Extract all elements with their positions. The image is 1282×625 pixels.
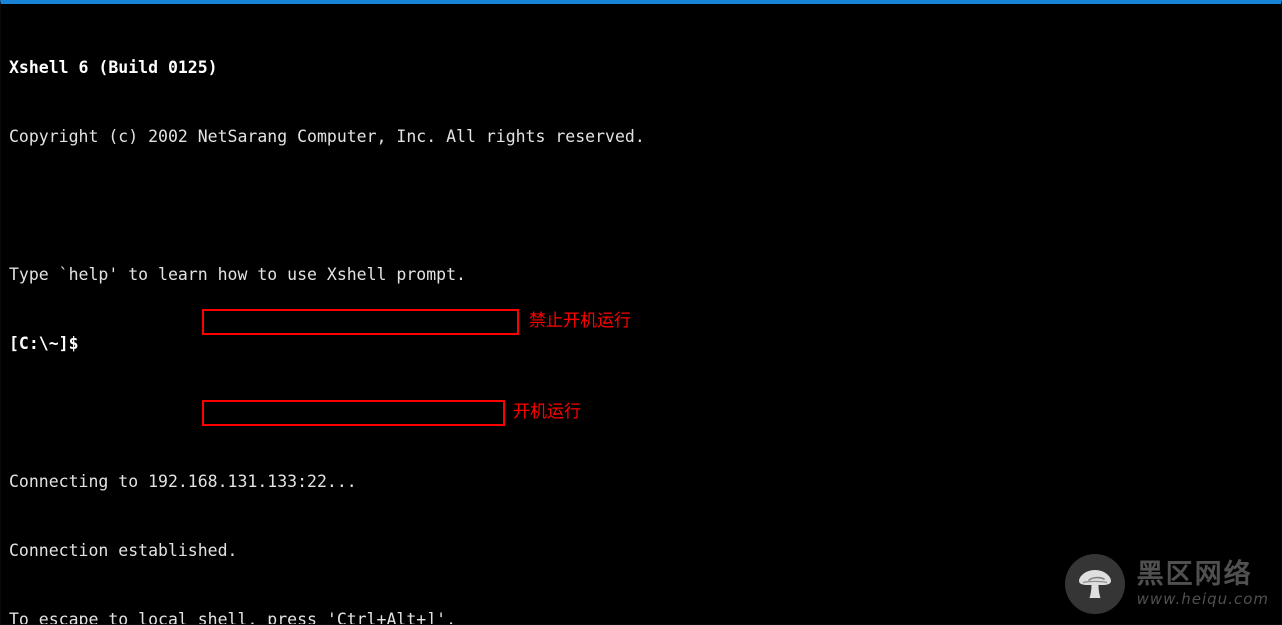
mushroom-icon [1064, 554, 1125, 614]
watermark-url: www.heiqu.com [1136, 590, 1269, 608]
terminal-line-local-prompt: [C:\~]$ [9, 334, 79, 353]
watermark: 黑区网络 www.heiqu.com [1064, 554, 1269, 614]
terminal-output[interactable]: Xshell 6 (Build 0125) Copyright (c) 2002… [1, 4, 1281, 624]
terminal-line-connecting: Connecting to 192.168.131.133:22... [9, 472, 357, 491]
watermark-text: 黑区网络 www.heiqu.com [1136, 559, 1269, 609]
xshell-terminal-window[interactable]: Xshell 6 (Build 0125) Copyright (c) 2002… [0, 0, 1282, 625]
terminal-line: Type `help' to learn how to use Xshell p… [9, 265, 466, 284]
annotation-label-enable: 开机运行 [513, 402, 581, 422]
terminal-line: Copyright (c) 2002 NetSarang Computer, I… [9, 127, 645, 146]
watermark-brand: 黑区网络 [1136, 559, 1253, 590]
terminal-line: Xshell 6 (Build 0125) [9, 58, 218, 77]
annotation-label-disable: 禁止开机运行 [529, 311, 631, 331]
